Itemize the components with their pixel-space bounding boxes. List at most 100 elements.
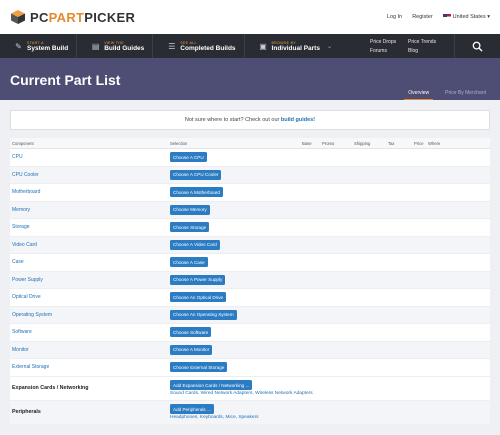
subcategory-link[interactable]: Speakers [238,415,258,420]
component-link[interactable]: External Storage [12,364,170,370]
table-row: Memory Choose Memory [10,201,490,219]
nav-big-label: Completed Builds [180,44,236,52]
page-header: Current Part List Overview Price By Merc… [0,58,500,100]
table-row: Software Choose Software [10,324,490,342]
tab-price-by-merchant[interactable]: Price By Merchant [441,90,490,100]
col-price: Price [414,140,424,146]
component-link[interactable]: Software [12,329,170,335]
logo-cube-icon [11,10,25,24]
component-link[interactable]: Storage [12,224,170,230]
main-nav: ✎ Start a System Build ▤ View the Build Gu… [0,34,500,58]
tab-overview[interactable]: Overview [404,90,434,100]
table-row: Optical Drive Choose An Optical Drive [10,289,490,307]
nav-big-label: Individual Parts [271,44,320,52]
region-label: United States [452,14,486,20]
subcategory-links: Sound Cards, Wired Network Adapters, Wir… [170,391,313,396]
col-tax: Tax [388,140,395,146]
add-category-button[interactable]: Add Expansion Cards / Networking ... [170,380,253,390]
subcategory-links: Headphones, Keyboards, Mice, Speakers [170,415,259,420]
col-selection: Selection [170,140,188,146]
subcategory-link[interactable]: Sound Cards [170,391,198,396]
choose-part-button[interactable]: Choose A CPU Cooler [170,169,222,180]
pcpartpicker-logo[interactable]: PCPARTPICKER [10,9,135,25]
wrench-icon: ✎ [15,41,22,51]
choose-part-button[interactable]: Choose A Video Card [170,239,220,250]
component-link[interactable]: CPU Cooler [12,172,170,178]
col-where: Where [428,140,441,146]
table-row: Storage Choose Storage [10,219,490,237]
logo-text: PCPARTPICKER [30,9,136,25]
col-shipping: Shipping [354,140,371,146]
component-link[interactable]: Operating System [12,312,170,318]
table-row: External Storage Choose External Storage [10,359,490,377]
chevron-down-icon: ▾ [487,14,490,20]
region-selector[interactable]: United States ▾ [442,14,490,20]
add-category-button[interactable]: Add Peripherals ... [170,404,214,414]
nav-build-guides[interactable]: ▤ View the Build Guides [77,34,154,58]
price-trends-link[interactable]: Price Trends [408,39,444,45]
subcategory-link[interactable]: Mice [226,415,236,420]
search-button[interactable] [454,34,500,58]
component-link[interactable]: Case [12,259,170,265]
table-header: Component Selection Base Promo Shipping … [10,138,490,149]
forums-link[interactable]: Forums [370,48,408,54]
subcategory-link[interactable]: Wireless Network Adapters [255,391,313,396]
login-link[interactable]: Log In [387,14,402,20]
component-link[interactable]: Memory [12,207,170,213]
chip-icon: ▣ [259,41,267,51]
chevron-down-icon: ⌄ [326,43,332,50]
col-base: Base [302,140,312,146]
col-promo: Promo [322,140,335,146]
table-row: Expansion Cards / Networking Add Expansio… [10,377,490,401]
us-flag-icon [442,14,451,20]
choose-part-button[interactable]: Choose Software [170,327,212,338]
choose-part-button[interactable]: Choose A Monitor [170,344,213,355]
subcategory-link[interactable]: Headphones [170,415,197,420]
component-link[interactable]: Motherboard [12,189,170,195]
nav-completed-builds[interactable]: ☰ See all Completed Builds [153,34,245,58]
choose-part-button[interactable]: Choose An Optical Drive [170,292,227,303]
build-guides-link[interactable]: build guides! [281,117,315,123]
choose-part-button[interactable]: Choose A Power Supply [170,274,226,285]
list-icon: ☰ [168,41,176,51]
search-icon [472,41,483,52]
choose-part-button[interactable]: Choose A CPU [170,152,207,163]
page-title: Current Part List [10,72,121,88]
component-link[interactable]: Power Supply [12,277,170,283]
component-link[interactable]: Optical Drive [12,294,170,300]
choose-part-button[interactable]: Choose External Storage [170,362,228,373]
subcategory-link[interactable]: Wired Network Adapters [201,391,253,396]
table-row: Monitor Choose A Monitor [10,341,490,359]
category-label: Expansion Cards / Networking [12,385,89,391]
category-label: Peripherals [12,409,41,415]
top-bar: PCPARTPICKER Log In Register United Stat… [0,0,500,34]
build-guides-notice: Not sure where to start? Check out our b… [10,110,490,130]
choose-part-button[interactable]: Choose Memory [170,204,210,215]
choose-part-button[interactable]: Choose A Case [170,257,208,268]
price-drops-link[interactable]: Price Drops [370,39,408,45]
notice-text: Not sure where to start? Check out our [184,117,280,123]
subcategory-link[interactable]: Keyboards [200,415,223,420]
blog-link[interactable]: Blog [408,48,444,54]
table-row: CPU Choose A CPU [10,149,490,167]
col-component: Component [12,140,34,146]
choose-part-button[interactable]: Choose Storage [170,222,210,233]
table-row: Video Card Choose A Video Card [10,236,490,254]
table-row: Power Supply Choose A Power Supply [10,271,490,289]
book-icon: ▤ [91,41,100,51]
component-link[interactable]: Video Card [12,242,170,248]
part-list-table: Component Selection Base Promo Shipping … [10,138,490,425]
nav-big-label: System Build [27,44,69,52]
table-row: CPU Cooler Choose A CPU Cooler [10,166,490,184]
component-link[interactable]: Monitor [12,347,170,353]
register-link[interactable]: Register [412,14,432,20]
table-row: Operating System Choose An Operating Syst… [10,306,490,324]
choose-part-button[interactable]: Choose A Motherboard [170,187,223,198]
choose-part-button[interactable]: Choose An Operating System [170,309,237,320]
table-row: Case Choose A Case [10,254,490,272]
table-row: Motherboard Choose A Motherboard [10,184,490,202]
component-link[interactable]: CPU [12,154,170,160]
nav-big-label: Build Guides [104,44,145,52]
nav-system-build[interactable]: ✎ Start a System Build [0,34,78,58]
nav-individual-parts[interactable]: ▣ Browse by Individual Parts ⌄ [245,34,340,58]
